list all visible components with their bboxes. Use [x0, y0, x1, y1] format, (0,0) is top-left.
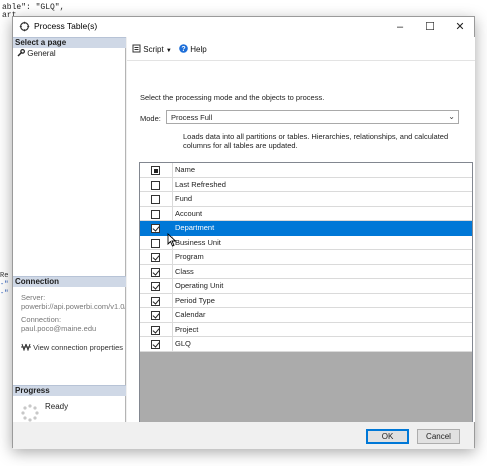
table-row[interactable]: Last Refreshed	[140, 177, 472, 192]
select-all-checkbox[interactable]	[151, 166, 160, 175]
row-checkbox-cell[interactable]	[140, 322, 173, 337]
name-column-header[interactable]: Name	[173, 163, 472, 178]
table-name: Calendar	[173, 308, 472, 323]
code-fragment: -"	[0, 290, 9, 298]
table-row[interactable]: Program	[140, 250, 472, 265]
row-checkbox-cell[interactable]	[140, 337, 173, 352]
left-pane: Select a page General Connection Server:…	[13, 37, 126, 422]
view-connection-properties-link[interactable]: View connection properties	[21, 343, 123, 352]
script-icon	[132, 44, 141, 53]
table-row[interactable]: Period Type	[140, 293, 472, 308]
instruction-text: Select the processing mode and the objec…	[140, 93, 325, 102]
table-name: Operating Unit	[173, 279, 472, 294]
table-row[interactable]: Department	[140, 221, 472, 236]
table-name: GLQ	[173, 337, 472, 352]
table-row[interactable]: Calendar	[140, 308, 472, 323]
table-row[interactable]: Class	[140, 264, 472, 279]
table-row[interactable]: Fund	[140, 192, 472, 207]
cancel-button[interactable]: Cancel	[417, 429, 460, 444]
close-button[interactable]: ✕	[445, 17, 475, 37]
process-tables-dialog: Process Table(s) – ☐ ✕ Select a page Gen…	[12, 16, 475, 449]
row-checkbox-cell[interactable]	[140, 250, 173, 265]
row-checkbox[interactable]	[151, 195, 160, 204]
help-label: Help	[190, 45, 207, 54]
table-name: Class	[173, 265, 472, 279]
connection-properties-icon	[21, 343, 31, 352]
table-row[interactable]: Business Unit	[140, 235, 472, 250]
chevron-down-icon: ▼	[165, 48, 172, 54]
connection-header: Connection	[13, 276, 126, 287]
connection-label: Connection:	[21, 315, 62, 324]
table-name: Business Unit	[173, 236, 472, 250]
dialog-title: Process Table(s)	[34, 21, 98, 31]
row-checkbox-cell[interactable]	[140, 177, 173, 192]
table-name: Program	[173, 250, 472, 265]
connection-value: paul.poco@maine.edu	[21, 324, 97, 333]
script-button[interactable]: Script ▼	[132, 44, 172, 54]
row-checkbox-cell[interactable]	[140, 206, 173, 221]
table-row[interactable]: GLQ	[140, 337, 472, 352]
process-icon	[19, 21, 30, 32]
table-name: Fund	[173, 192, 472, 207]
table-name: Account	[173, 207, 472, 221]
script-label: Script	[143, 45, 164, 54]
background-side-fragments: Re -" -"	[0, 272, 12, 299]
row-checkbox[interactable]	[151, 253, 160, 262]
select-all-cell[interactable]	[140, 163, 173, 178]
row-checkbox[interactable]	[151, 180, 160, 190]
svg-text:?: ?	[181, 46, 185, 53]
row-checkbox-cell[interactable]	[140, 293, 173, 308]
row-checkbox[interactable]	[151, 224, 160, 233]
table-name: Last Refreshed	[173, 178, 472, 192]
wrench-icon	[17, 49, 25, 57]
progress-spinner-icon	[21, 404, 39, 422]
mouse-cursor-icon	[167, 233, 177, 247]
title-bar[interactable]: Process Table(s) – ☐ ✕	[13, 17, 474, 37]
code-fragment: -"	[0, 281, 9, 289]
code-fragment: Re	[0, 272, 9, 280]
maximize-button[interactable]: ☐	[415, 17, 445, 37]
row-checkbox-cell[interactable]	[140, 192, 173, 207]
row-checkbox[interactable]	[151, 267, 160, 277]
table-row[interactable]: Account	[140, 206, 472, 221]
row-checkbox[interactable]	[151, 311, 160, 320]
help-button[interactable]: ? Help	[179, 44, 207, 54]
help-icon: ?	[179, 44, 188, 53]
row-checkbox[interactable]	[151, 209, 160, 219]
grid-header-row: Name	[140, 163, 472, 178]
mode-select-value: Process Full	[171, 113, 213, 122]
progress-status: Ready	[45, 402, 69, 411]
chevron-down-icon: ⌄	[448, 112, 455, 121]
right-pane: Script ▼ ? Help Select the processing mo…	[127, 37, 475, 431]
minimize-button[interactable]: –	[385, 17, 415, 37]
table-row[interactable]: Operating Unit	[140, 279, 472, 294]
table-name: Period Type	[173, 294, 472, 308]
row-checkbox[interactable]	[151, 282, 160, 291]
server-value: powerbi://api.powerbi.com/v1.0/m	[21, 302, 125, 311]
select-page-header: Select a page	[13, 37, 126, 48]
mode-select[interactable]: Process Full ⌄	[166, 110, 459, 124]
row-checkbox[interactable]	[151, 296, 160, 306]
page-item-label: General	[27, 49, 56, 58]
table-name: Department	[173, 221, 472, 236]
row-checkbox-cell[interactable]	[140, 308, 173, 323]
view-connection-properties-label: View connection properties	[33, 343, 124, 352]
ok-button[interactable]: OK	[366, 429, 409, 444]
progress-header: Progress	[13, 385, 126, 396]
row-checkbox-cell[interactable]	[140, 279, 173, 294]
row-checkbox[interactable]	[151, 238, 160, 248]
dialog-footer: OK Cancel	[13, 422, 474, 449]
server-label: Server:	[21, 293, 46, 302]
page-item-general[interactable]: General	[17, 49, 56, 58]
row-checkbox-cell[interactable]	[140, 264, 173, 279]
row-checkbox[interactable]	[151, 340, 160, 349]
mode-description: Loads data into all partitions or tables…	[183, 132, 449, 150]
table-row[interactable]: Project	[140, 322, 472, 337]
table-name: Project	[173, 323, 472, 337]
mode-label: Mode:	[140, 114, 161, 123]
row-checkbox[interactable]	[151, 325, 160, 335]
tables-grid: Name Last Refreshed Fund Account Department…	[139, 162, 473, 431]
toolbar: Script ▼ ? Help	[127, 37, 475, 61]
